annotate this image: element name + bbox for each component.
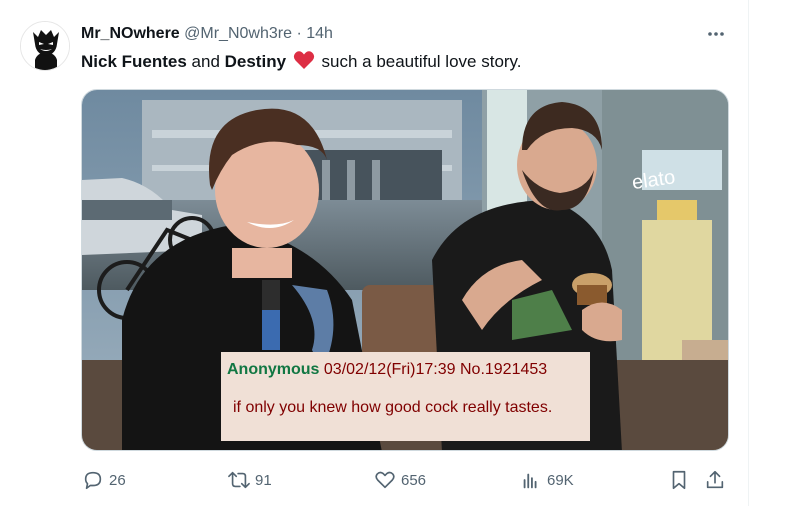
post-header: Anonymous 03/02/12(Fri)17:39 No.1921453 — [227, 360, 590, 380]
separator-dot: · — [296, 25, 302, 42]
more-icon — [708, 32, 724, 36]
post-author-name: Anonymous — [227, 361, 320, 378]
tweet-photo[interactable]: elato Anonymous 03/02/12(Fri)17:39 No.19… — [81, 89, 729, 451]
repost-count: 91 — [255, 471, 272, 489]
display-name[interactable]: Mr_NOwhere — [81, 25, 180, 42]
tweet[interactable]: Mr_NOwhere @Mr_N0wh3re · 14h Nick Fuente… — [0, 0, 748, 506]
user-handle[interactable]: @Mr_N0wh3re — [184, 25, 292, 42]
action-bar: 26 91 656 69K — [81, 467, 731, 493]
tweet-header: Mr_NOwhere @Mr_N0wh3re · 14h — [81, 24, 333, 44]
like-count: 656 — [401, 471, 427, 489]
timeline-border — [748, 0, 749, 506]
reply-count: 26 — [109, 471, 126, 489]
heart-icon — [373, 468, 397, 492]
more-options-button[interactable] — [700, 22, 732, 46]
reply-button[interactable]: 26 — [81, 467, 126, 493]
bookmark-icon — [667, 468, 691, 492]
avatar[interactable] — [20, 21, 70, 71]
tweet-text-tail: such a beautiful love story. — [316, 52, 522, 71]
view-count: 69K — [547, 471, 574, 489]
reply-icon — [81, 468, 105, 492]
share-button[interactable] — [703, 467, 727, 493]
views-chart-icon — [519, 468, 543, 492]
mention-name-1: Nick Fuentes — [81, 52, 187, 71]
share-icon — [703, 468, 727, 492]
bookmark-button[interactable] — [667, 467, 691, 493]
like-button[interactable]: 656 — [373, 467, 426, 493]
views-button[interactable]: 69K — [519, 467, 574, 493]
timestamp[interactable]: 14h — [306, 25, 333, 42]
post-meta: 03/02/12(Fri)17:39 No.1921453 — [323, 361, 548, 378]
repost-icon — [227, 468, 251, 492]
red-heart-emoji-icon — [293, 50, 315, 76]
post-body: if only you knew how good cock really ta… — [233, 399, 553, 416]
imageboard-post-caption: Anonymous 03/02/12(Fri)17:39 No.1921453 … — [221, 352, 590, 441]
mention-name-2: Destiny — [224, 52, 287, 71]
tweet-text: Nick Fuentes and Destiny such a beautifu… — [81, 50, 522, 76]
repost-button[interactable]: 91 — [227, 467, 272, 493]
tweet-text-connector: and — [186, 52, 225, 71]
